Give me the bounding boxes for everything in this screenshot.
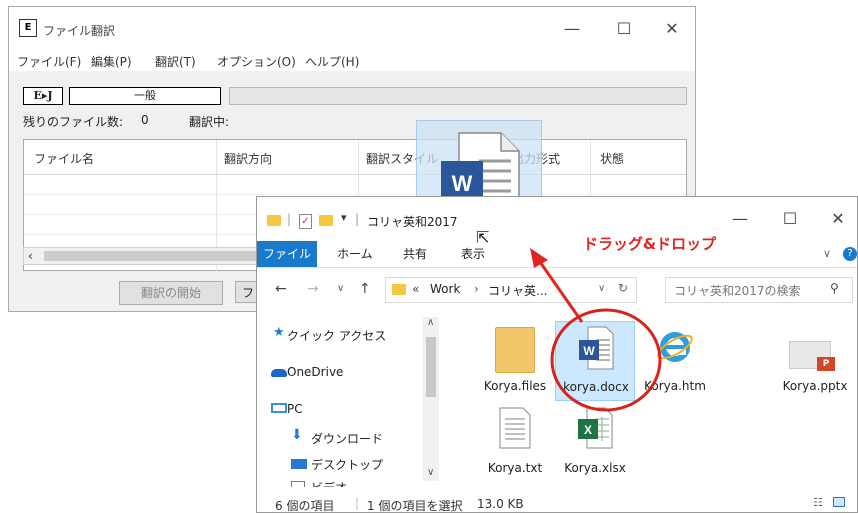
highlight-circle bbox=[550, 308, 662, 412]
tab-file[interactable]: ファイル bbox=[257, 241, 317, 267]
menu-file[interactable]: ファイル(F) bbox=[17, 53, 81, 70]
help-icon[interactable]: ? bbox=[843, 247, 857, 261]
file-name: Korya.xlsx bbox=[564, 461, 626, 475]
folder-icon bbox=[392, 284, 406, 295]
back-arrow-icon[interactable]: ← bbox=[275, 281, 287, 297]
selection-size: 13.0 KB bbox=[477, 497, 524, 511]
file-name: Korya.pptx bbox=[782, 379, 848, 393]
column-filename[interactable]: ファイル名 bbox=[34, 150, 94, 167]
start-translation-button[interactable]: 翻訳の開始 bbox=[119, 281, 223, 305]
video-icon bbox=[291, 481, 305, 487]
nav-pc[interactable]: PC bbox=[287, 402, 303, 416]
scroll-thumb[interactable] bbox=[426, 337, 436, 397]
title-bar: E ファイル翻訳 — ☐ ✕ bbox=[9, 7, 695, 49]
nav-desktop[interactable]: デスクトップ bbox=[311, 456, 383, 473]
nav-quick-access[interactable]: クイック アクセス bbox=[287, 327, 386, 344]
separator: | bbox=[355, 212, 360, 226]
details-view-icon[interactable]: ☷ bbox=[813, 496, 823, 509]
separator: | bbox=[355, 496, 360, 510]
svg-text:X: X bbox=[584, 423, 592, 437]
direction-button[interactable]: E▸J bbox=[23, 87, 63, 105]
remaining-label: 残りのファイル数: bbox=[23, 115, 124, 129]
address-overflow[interactable]: « bbox=[412, 282, 419, 296]
scroll-thumb[interactable] bbox=[44, 251, 264, 261]
minimize-button[interactable]: — bbox=[725, 209, 755, 228]
scroll-up-arrow[interactable]: ∧ bbox=[427, 317, 434, 328]
file-korya-txt[interactable]: Korya.txt bbox=[475, 401, 555, 481]
powerpoint-icon: P bbox=[817, 357, 835, 371]
status-bar: 6 個の項目 | 1 個の項目を選択 13.0 KB ☷ bbox=[257, 494, 857, 513]
window-title: ファイル翻訳 bbox=[43, 24, 116, 38]
tab-share[interactable]: 共有 bbox=[403, 241, 427, 267]
app-icon: E bbox=[19, 19, 37, 37]
file-korya-files[interactable]: Korya.files bbox=[475, 321, 555, 401]
recent-locations-icon[interactable]: ∨ bbox=[337, 283, 344, 294]
column-status[interactable]: 状態 bbox=[600, 150, 624, 167]
file-name: Korya.files bbox=[483, 379, 547, 393]
search-input[interactable]: コリャ英和2017の検索 bbox=[674, 282, 801, 299]
quick-access-dropdown-icon[interactable]: ▾ bbox=[341, 211, 347, 224]
file-korya-pptx[interactable]: P Korya.pptx bbox=[775, 321, 855, 401]
separator: | bbox=[287, 212, 292, 226]
row-divider bbox=[24, 174, 686, 175]
new-folder-icon[interactable] bbox=[319, 215, 333, 226]
nav-downloads[interactable]: ダウンロード bbox=[311, 430, 383, 447]
menu-help[interactable]: ヘルプ(H) bbox=[305, 53, 359, 70]
nav-videos[interactable]: ビデオ bbox=[311, 479, 347, 487]
menu-options[interactable]: オプション(O) bbox=[217, 53, 296, 70]
download-icon: ⬇ bbox=[291, 427, 303, 443]
star-icon: ★ bbox=[273, 325, 285, 340]
file-name: Korya.txt bbox=[487, 461, 543, 475]
nav-videos-row[interactable]: ビデオ bbox=[291, 479, 411, 487]
ribbon-expand-icon[interactable]: ∨ bbox=[823, 247, 831, 260]
translating-label: 翻訳中: bbox=[189, 115, 230, 129]
column-direction[interactable]: 翻訳方向 bbox=[224, 150, 272, 167]
menu-bar: ファイル(F) 編集(P) 翻訳(T) オプション(O) ヘルプ(H) bbox=[9, 49, 695, 71]
close-button[interactable]: ✕ bbox=[823, 209, 853, 228]
menu-edit[interactable]: 編集(P) bbox=[91, 53, 132, 70]
translation-style-field[interactable]: 一般 bbox=[69, 87, 221, 105]
window-title: コリャ英和2017 bbox=[367, 215, 458, 229]
close-button[interactable]: ✕ bbox=[657, 19, 687, 38]
minimize-button[interactable]: — bbox=[557, 19, 587, 38]
breadcrumb-separator-icon: › bbox=[474, 282, 479, 296]
search-box[interactable]: コリャ英和2017の検索 ⚲ bbox=[665, 277, 853, 303]
selection-count: 1 個の項目を選択 bbox=[367, 499, 463, 513]
search-icon[interactable]: ⚲ bbox=[830, 281, 839, 295]
remaining-count: 0 bbox=[141, 113, 149, 127]
breadcrumb-work[interactable]: Work bbox=[430, 282, 460, 296]
forward-arrow-icon[interactable]: → bbox=[307, 281, 319, 297]
drag-and-drop-label: ドラッグ&ドロップ bbox=[583, 235, 717, 253]
scroll-down-arrow[interactable]: ∨ bbox=[427, 467, 434, 478]
maximize-button[interactable]: ☐ bbox=[775, 209, 805, 228]
onedrive-icon bbox=[271, 369, 287, 377]
properties-icon[interactable]: ✓ bbox=[299, 214, 312, 229]
mouse-cursor-icon: ⇱ bbox=[476, 228, 490, 247]
progress-field bbox=[229, 87, 687, 105]
pc-icon bbox=[271, 403, 287, 413]
svg-text:W: W bbox=[452, 171, 473, 196]
text-document-icon bbox=[499, 407, 531, 449]
tab-home[interactable]: ホーム bbox=[337, 241, 373, 267]
menu-translate[interactable]: 翻訳(T) bbox=[155, 53, 196, 70]
folder-icon bbox=[267, 215, 281, 226]
folder-icon bbox=[495, 327, 535, 373]
scroll-left-arrow[interactable]: ‹ bbox=[28, 249, 33, 263]
large-icons-view-icon[interactable] bbox=[833, 497, 845, 507]
row-divider bbox=[24, 194, 686, 195]
desktop-icon bbox=[291, 459, 307, 469]
maximize-button[interactable]: ☐ bbox=[609, 19, 639, 38]
item-count: 6 個の項目 bbox=[275, 499, 335, 513]
nav-scrollbar[interactable]: ∧ ∨ bbox=[423, 317, 439, 481]
up-arrow-icon[interactable]: ↑ bbox=[359, 281, 371, 297]
refresh-icon[interactable]: ↻ bbox=[618, 281, 628, 295]
nav-onedrive[interactable]: OneDrive bbox=[287, 365, 343, 379]
